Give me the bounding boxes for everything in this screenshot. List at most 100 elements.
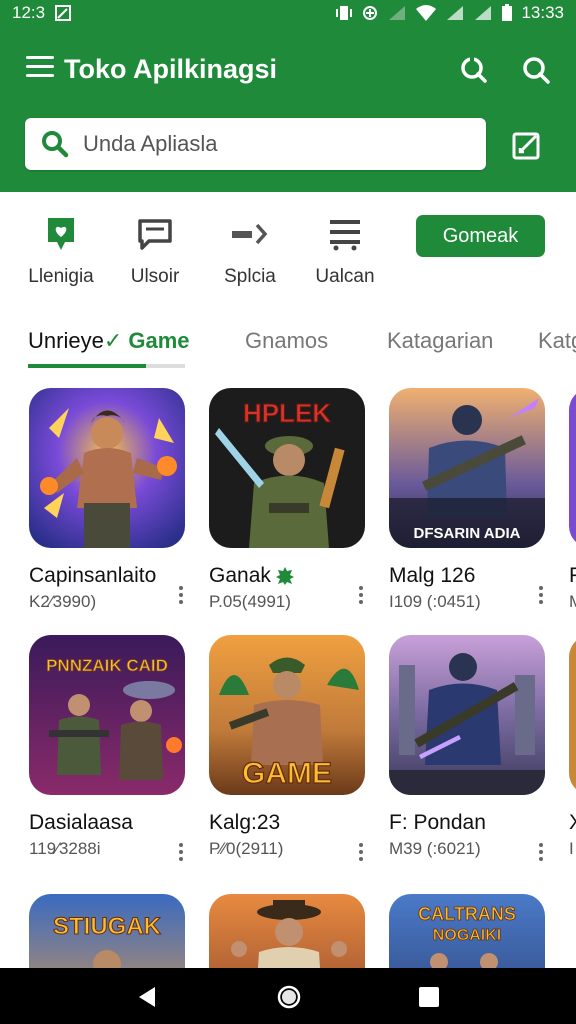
app-subtitle: 119⁄3288i	[29, 839, 101, 858]
menu-icon[interactable]	[26, 56, 54, 80]
signal-2-icon	[475, 6, 492, 20]
game-hero-art: GAME	[209, 635, 365, 795]
shortcut-label: Ulsoir	[130, 266, 180, 287]
back-icon[interactable]	[136, 985, 158, 1009]
thumb-banner: CALTRANS	[418, 904, 516, 924]
gomeak-button[interactable]: Gomeak	[416, 215, 545, 257]
app-subtitle: K2⁄3990)	[29, 592, 97, 611]
app-title-row: Ganak	[209, 564, 369, 588]
search-placeholder: Unda Apliasla	[83, 131, 218, 156]
app-thumbnail	[569, 635, 576, 795]
more-vert-icon[interactable]	[539, 843, 545, 861]
app-subtitle: P⁄⁄0(2911)	[209, 839, 284, 858]
shortcut-label: Llenigia	[28, 266, 94, 287]
more-vert-icon[interactable]	[539, 586, 545, 604]
pnnzaik-art: PNNZAIK CAID	[29, 635, 185, 795]
vibrate-icon	[336, 6, 353, 20]
app-subtitle: M	[569, 592, 576, 612]
signal-weak-icon	[389, 6, 406, 20]
app-thumbnail: DFSARIN ADIA	[389, 388, 545, 548]
tab-label-prefix: Unrieye	[28, 328, 104, 353]
shortcut-ualcan[interactable]: Ualcan	[300, 214, 390, 288]
app-bar: Toko Apilkinagsi Unda Apliasla	[0, 26, 576, 192]
app-title: Ganak	[209, 564, 271, 587]
more-vert-icon[interactable]	[359, 843, 365, 861]
thumb-banner: PNNZAIK CAID	[46, 656, 168, 675]
search-field-icon	[42, 131, 69, 158]
thumb-banner: STIUGAK	[53, 913, 162, 940]
thumb-banner: HPLEK	[243, 398, 331, 428]
battery-icon	[502, 4, 513, 21]
list-icon	[330, 220, 360, 251]
app-subtitle: I109 (:0451)	[389, 592, 481, 611]
status-time-left: 12:3	[12, 3, 46, 22]
more-vert-icon[interactable]	[179, 843, 185, 861]
shortcut-llenigia[interactable]: Llenigia	[16, 214, 106, 288]
more-vert-icon[interactable]	[179, 586, 185, 604]
status-time: 13:33	[521, 3, 564, 22]
hero-fire-art	[29, 388, 185, 548]
app-thumbnail: PNNZAIK CAID	[29, 635, 185, 795]
tab-indicator	[28, 364, 146, 368]
soldier-knife-art: HPLEK	[209, 388, 365, 548]
tab-label-suffix: Game	[128, 328, 190, 353]
app-card[interactable]: PNNZAIK CAID Dasialaasa 119⁄3288i	[29, 635, 189, 861]
app-thumbnail	[29, 388, 185, 548]
app-card[interactable]: HPLEK Ganak P.05(4991)	[209, 388, 369, 612]
app-card[interactable]: Capinsanlaito K2⁄3990)	[29, 388, 189, 612]
shortcut-splcia[interactable]: Splcia	[205, 214, 295, 288]
app-card[interactable]: F: Pondan M39 (:6021)	[389, 635, 549, 861]
search-icon[interactable]	[520, 54, 552, 86]
screen: { "status_bar": { "time_left": "12:3", "…	[0, 0, 576, 1024]
app-thumbnail: GAME	[209, 635, 365, 795]
app-thumbnail	[569, 388, 576, 548]
shortcut-ulsoir[interactable]: Ulsoir	[110, 214, 200, 288]
app-thumbnail	[389, 635, 545, 795]
app-card[interactable]: GAME Kalg:23 P⁄⁄0(2911)	[209, 635, 369, 861]
app-title: Capinsanlaito	[29, 564, 157, 587]
app-subtitle: P.05(4991)	[209, 592, 291, 611]
shortcut-label: Ualcan	[315, 266, 375, 287]
app-subtitle: M39 (:6021)	[389, 839, 481, 858]
wifi-icon	[416, 5, 437, 21]
app-card-partial[interactable]: X I	[569, 635, 576, 859]
category-tabs: Unrieye✓ Game Gnamos Katagarian Katg	[0, 322, 576, 372]
thumb-banner: DFSARIN ADIA	[414, 525, 521, 542]
thumb-banner: GAME	[242, 757, 332, 790]
tab-gnamos[interactable]: Gnamos	[245, 328, 328, 354]
data-saver-icon	[363, 6, 378, 20]
arrow-right-icon	[232, 223, 268, 245]
app-card[interactable]: DFSARIN ADIA Malg 126 I109 (:0451)	[389, 388, 549, 612]
system-nav-bar	[0, 968, 576, 1024]
home-icon[interactable]	[276, 984, 302, 1010]
app-card-partial[interactable]: P M	[569, 388, 576, 612]
shortcut-label: Splcia	[224, 266, 276, 287]
chat-heart-icon	[48, 218, 74, 250]
more-vert-icon[interactable]	[359, 586, 365, 604]
blue-gunner-art	[389, 635, 545, 795]
app-title: Dasialaasa	[29, 811, 133, 834]
app-title: F: Pondan	[389, 811, 486, 834]
verified-badge-icon	[275, 567, 294, 585]
app-subtitle: I	[569, 839, 574, 858]
app-title: X	[569, 811, 576, 835]
image-notification-icon	[55, 5, 72, 21]
tab-katg[interactable]: Katg	[538, 328, 576, 354]
app-thumbnail: HPLEK	[209, 388, 365, 548]
edit-icon[interactable]	[510, 128, 544, 162]
search-input[interactable]: Unda Apliasla	[25, 118, 486, 170]
ninja-gun-art: DFSARIN ADIA	[389, 388, 545, 548]
app-title: P	[569, 564, 576, 588]
recents-icon[interactable]	[418, 986, 440, 1008]
message-icon	[138, 219, 172, 250]
refresh-search-icon[interactable]	[458, 54, 490, 86]
thumb-banner-2: NOGAIKI	[433, 927, 501, 944]
tab-unrieye-game[interactable]: Unrieye✓ Game	[28, 328, 190, 354]
app-title: Kalg:23	[209, 811, 281, 834]
app-title: Toko Apilkinagsi	[64, 54, 278, 84]
app-title: Malg 126	[389, 564, 476, 587]
signal-icon	[447, 6, 464, 20]
tab-katagarian[interactable]: Katagarian	[387, 328, 493, 354]
status-bar: 12:3 13:33	[0, 0, 576, 26]
check-icon: ✓	[103, 328, 123, 353]
